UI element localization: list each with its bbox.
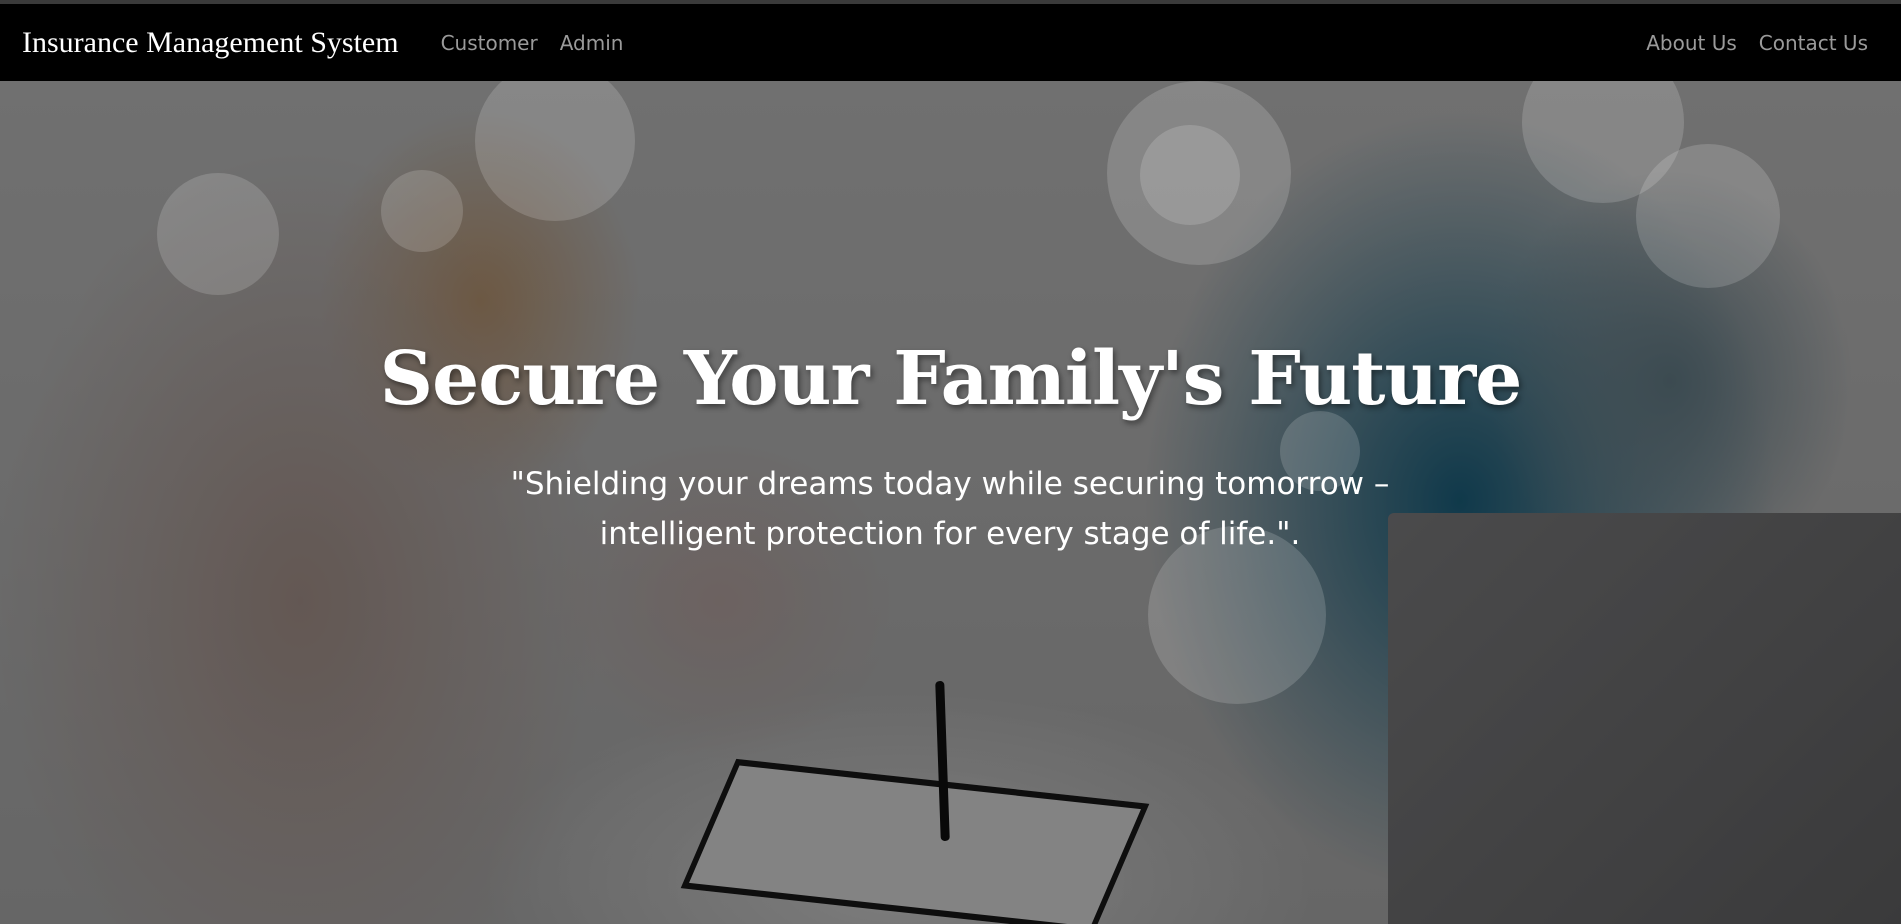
nav-link-contact-us[interactable]: Contact Us (1759, 31, 1868, 55)
hero-section: Secure Your Family's Future "Shielding y… (0, 81, 1901, 924)
nav-right-group: About Us Contact Us (1646, 31, 1879, 55)
nav-link-customer[interactable]: Customer (441, 31, 538, 55)
nav-left-group: Customer Admin (441, 31, 624, 55)
hero-quote: "Shielding your dreams today while secur… (510, 466, 1390, 552)
hero-title: Secure Your Family's Future (379, 336, 1523, 422)
nav-link-admin[interactable]: Admin (560, 31, 624, 55)
brand-link[interactable]: Insurance Management System (22, 26, 399, 60)
hero-content: Secure Your Family's Future "Shielding y… (0, 81, 1901, 924)
nav-link-about-us[interactable]: About Us (1646, 31, 1737, 55)
navbar: Insurance Management System Customer Adm… (0, 4, 1901, 81)
